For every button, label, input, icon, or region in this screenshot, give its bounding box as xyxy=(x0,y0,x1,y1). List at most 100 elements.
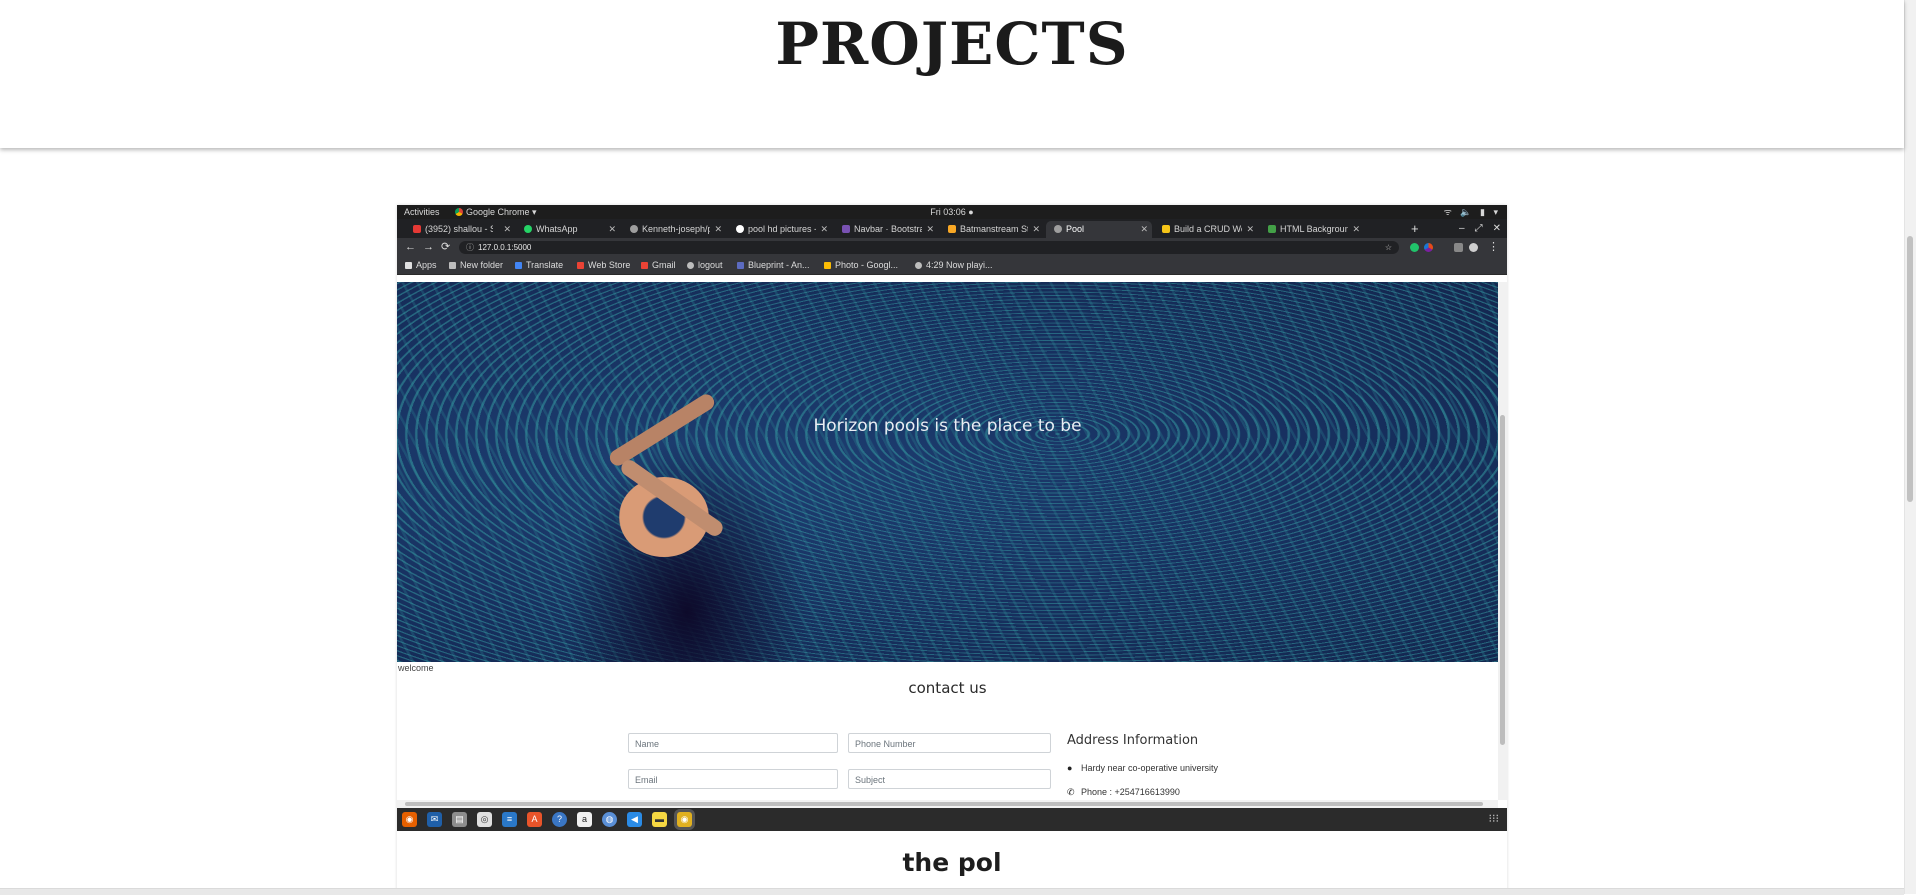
maximize-button[interactable]: ⤢ xyxy=(1475,223,1483,234)
globe-icon[interactable]: ◍ xyxy=(602,812,617,827)
tab-label: Build a CRUD Web xyxy=(1174,224,1242,234)
address-location-text: Hardy near co-operative university xyxy=(1081,763,1219,773)
url-text: 127.0.0.1:5000 xyxy=(478,243,532,252)
tab-github[interactable]: Kenneth-joseph/p ✕ xyxy=(622,221,726,238)
bookmark-apps[interactable]: Apps xyxy=(405,257,437,274)
close-icon[interactable]: ✕ xyxy=(926,221,934,238)
address-phone-text: Phone : +254716613990 xyxy=(1081,787,1180,797)
rhythmbox-icon[interactable]: ◎ xyxy=(477,812,492,827)
close-icon[interactable]: ✕ xyxy=(1352,221,1360,238)
project-screenshot: Activities Google Chrome ▾ Fri 03:06 ● ᯤ… xyxy=(397,205,1507,831)
close-icon[interactable]: ✕ xyxy=(1032,221,1040,238)
close-window-button[interactable]: ✕ xyxy=(1493,223,1501,234)
notes-icon[interactable]: ▬ xyxy=(652,812,667,827)
bookmark-label: New folder xyxy=(460,260,504,270)
window-controls: – ⤢ ✕ xyxy=(1449,219,1501,238)
bookmark-now-playing[interactable]: 4:29 Now playi... xyxy=(915,257,993,274)
close-icon[interactable]: ✕ xyxy=(1140,221,1148,238)
bookmark-gmail[interactable]: Gmail xyxy=(641,257,676,274)
gmail-icon xyxy=(641,262,648,269)
extension-icon[interactable] xyxy=(1410,243,1419,252)
phone-icon: ✆ xyxy=(1067,787,1075,797)
bookmark-photo[interactable]: Photo - Googl... xyxy=(824,257,898,274)
subject-field[interactable]: Subject xyxy=(848,769,1051,789)
email-field[interactable]: Email xyxy=(628,769,838,789)
help-icon[interactable]: ? xyxy=(552,812,567,827)
address-phone: ✆ Phone : +254716613990 xyxy=(1067,787,1180,798)
scrollbar-thumb[interactable] xyxy=(405,802,1483,806)
google-icon xyxy=(736,225,744,233)
clock[interactable]: Fri 03:06 ● xyxy=(397,205,1507,219)
bookmark-blueprint[interactable]: Blueprint - An... xyxy=(737,257,810,274)
system-tray[interactable]: ᯤ 🔈 ▮ ▾ xyxy=(1444,205,1501,219)
software-icon[interactable]: A xyxy=(527,812,542,827)
tab-batmanstream[interactable]: Batmanstream St ✕ xyxy=(940,221,1044,238)
address-title: Address Information xyxy=(1067,733,1199,748)
menu-icon[interactable]: ⋮ xyxy=(1488,238,1499,257)
back-button[interactable]: ← xyxy=(405,238,416,257)
bookmark-web-store[interactable]: Web Store xyxy=(577,257,630,274)
bootstrap-icon xyxy=(842,225,850,233)
name-field[interactable]: Name xyxy=(628,733,838,753)
globe-icon xyxy=(915,262,922,269)
w3schools-icon xyxy=(1268,225,1276,233)
folder-icon xyxy=(449,262,456,269)
close-icon[interactable]: ✕ xyxy=(503,221,511,238)
page-scrollbar-thumb[interactable] xyxy=(1907,236,1913,502)
desktop-top-bar: Activities Google Chrome ▾ Fri 03:06 ● ᯤ… xyxy=(397,205,1507,219)
reload-button[interactable]: ⟳ xyxy=(441,238,450,257)
tab-pool[interactable]: Pool ✕ xyxy=(1046,221,1152,238)
blueprint-icon xyxy=(737,262,744,269)
tab-youtube[interactable]: (3952) shallou - Sig ✕ xyxy=(405,221,515,238)
tab-google-images[interactable]: pool hd pictures - ✕ xyxy=(728,221,832,238)
bookmark-star-icon[interactable]: ☆ xyxy=(1385,241,1392,254)
amazon-icon[interactable]: a xyxy=(577,812,592,827)
tab-label: WhatsApp xyxy=(536,224,578,234)
close-icon[interactable]: ✕ xyxy=(608,221,616,238)
vscode-icon[interactable]: ◀ xyxy=(627,812,642,827)
thunderbird-icon[interactable]: ✉ xyxy=(427,812,442,827)
tab-label: Navbar · Bootstrap xyxy=(854,224,922,234)
tab-bootstrap[interactable]: Navbar · Bootstrap ✕ xyxy=(834,221,938,238)
bookmark-label: Translate xyxy=(526,260,564,270)
writer-icon[interactable]: ≡ xyxy=(502,812,517,827)
phone-field[interactable]: Phone Number xyxy=(848,733,1051,753)
bookmark-logout[interactable]: logout xyxy=(687,257,723,274)
files-icon[interactable]: ▤ xyxy=(452,812,467,827)
bookmark-new-folder[interactable]: New folder xyxy=(449,257,503,274)
batmanstream-icon xyxy=(948,225,956,233)
hero-text: Horizon pools is the place to be xyxy=(813,416,1082,436)
close-icon[interactable]: ✕ xyxy=(820,221,828,238)
hero-banner: Horizon pools is the place to be xyxy=(397,282,1498,662)
chrome-icon[interactable]: ◉ xyxy=(677,812,692,827)
bookmark-translate[interactable]: Translate xyxy=(515,257,563,274)
tab-label: Kenneth-joseph/p xyxy=(642,224,710,234)
tab-html-background[interactable]: HTML Background ✕ xyxy=(1260,221,1364,238)
web-store-icon xyxy=(577,262,584,269)
show-apps-icon[interactable]: ⁝⁝⁝ xyxy=(1489,812,1500,825)
new-tab-button[interactable]: + xyxy=(1411,219,1419,238)
close-icon[interactable]: ✕ xyxy=(1246,221,1254,238)
tab-label: Pool xyxy=(1066,224,1085,234)
profile-avatar[interactable] xyxy=(1469,243,1478,252)
desktop-dock: ◉ ✉ ▤ ◎ ≡ A ? a ◍ ◀ ▬ ◉ ⁝⁝⁝ xyxy=(397,808,1507,831)
address-location: ● Hardy near co-operative university xyxy=(1067,763,1218,773)
address-bar[interactable]: ⓘ 127.0.0.1:5000 ☆ xyxy=(459,241,1399,254)
tab-label: (3952) shallou - Sig xyxy=(425,224,493,234)
extension-icon[interactable] xyxy=(1424,243,1433,252)
tab-crud[interactable]: Build a CRUD Web ✕ xyxy=(1154,221,1258,238)
close-icon[interactable]: ✕ xyxy=(714,221,722,238)
info-icon[interactable]: ⓘ xyxy=(466,241,474,254)
whatsapp-icon xyxy=(524,225,532,233)
scrollbar-thumb[interactable] xyxy=(1500,415,1505,745)
bookmark-label: logout xyxy=(698,260,723,270)
browser-toolbar: ← → ⟳ ⓘ 127.0.0.1:5000 ☆ ⋮ xyxy=(397,238,1507,257)
forward-button[interactable]: → xyxy=(423,238,434,257)
location-pin-icon: ● xyxy=(1067,763,1073,773)
page-title: PROJECTS xyxy=(775,10,1129,78)
bookmark-label: Photo - Googl... xyxy=(835,260,899,270)
tab-whatsapp[interactable]: WhatsApp ✕ xyxy=(516,221,620,238)
minimize-button[interactable]: – xyxy=(1459,223,1465,234)
cast-icon[interactable] xyxy=(1454,243,1463,252)
firefox-icon[interactable]: ◉ xyxy=(402,812,417,827)
